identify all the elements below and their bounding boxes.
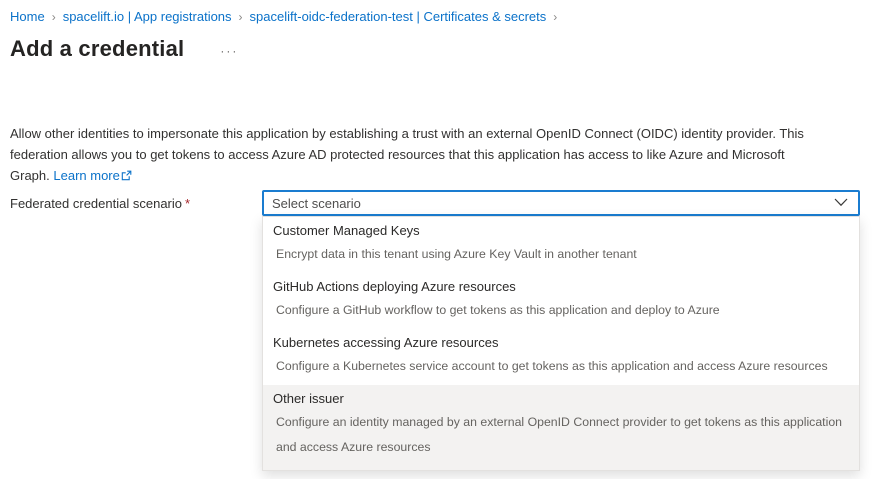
external-link-icon xyxy=(121,166,132,187)
more-options-button[interactable]: ··· xyxy=(220,41,238,57)
option-other-issuer[interactable]: Other issuer Configure an identity manag… xyxy=(263,385,859,470)
option-customer-managed-keys[interactable]: Customer Managed Keys Encrypt data in th… xyxy=(263,217,859,273)
breadcrumb-separator: › xyxy=(239,10,243,24)
scenario-combobox[interactable]: Select scenario xyxy=(262,190,860,216)
option-title: GitHub Actions deploying Azure resources xyxy=(273,278,849,296)
scenario-dropdown-list: Customer Managed Keys Encrypt data in th… xyxy=(262,216,860,471)
combobox-placeholder: Select scenario xyxy=(272,196,361,211)
option-description: Encrypt data in this tenant using Azure … xyxy=(273,242,849,267)
learn-more-link[interactable]: Learn more xyxy=(53,168,131,183)
option-description: Configure a GitHub workflow to get token… xyxy=(273,298,849,323)
option-title: Customer Managed Keys xyxy=(273,222,849,240)
option-kubernetes[interactable]: Kubernetes accessing Azure resources Con… xyxy=(263,329,859,385)
option-description: Configure an identity managed by an exte… xyxy=(273,410,849,460)
option-title: Other issuer xyxy=(273,390,849,408)
option-github-actions[interactable]: GitHub Actions deploying Azure resources… xyxy=(263,273,859,329)
option-description: Configure a Kubernetes service account t… xyxy=(273,354,849,379)
breadcrumb-link-home[interactable]: Home xyxy=(10,9,45,24)
breadcrumb-separator: › xyxy=(553,10,557,24)
breadcrumb-link-certificates-secrets[interactable]: spacelift-oidc-federation-test | Certifi… xyxy=(250,9,547,24)
intro-text: Allow other identities to impersonate th… xyxy=(10,123,816,187)
federated-credential-scenario-label: Federated credential scenario* xyxy=(10,196,190,211)
chevron-down-icon xyxy=(834,194,848,212)
breadcrumb: Home › spacelift.io | App registrations … xyxy=(10,9,557,24)
required-marker: * xyxy=(185,196,190,211)
page-title: Add a credential xyxy=(10,36,184,62)
option-title: Kubernetes accessing Azure resources xyxy=(273,334,849,352)
breadcrumb-link-app-registrations[interactable]: spacelift.io | App registrations xyxy=(63,9,232,24)
breadcrumb-separator: › xyxy=(52,10,56,24)
